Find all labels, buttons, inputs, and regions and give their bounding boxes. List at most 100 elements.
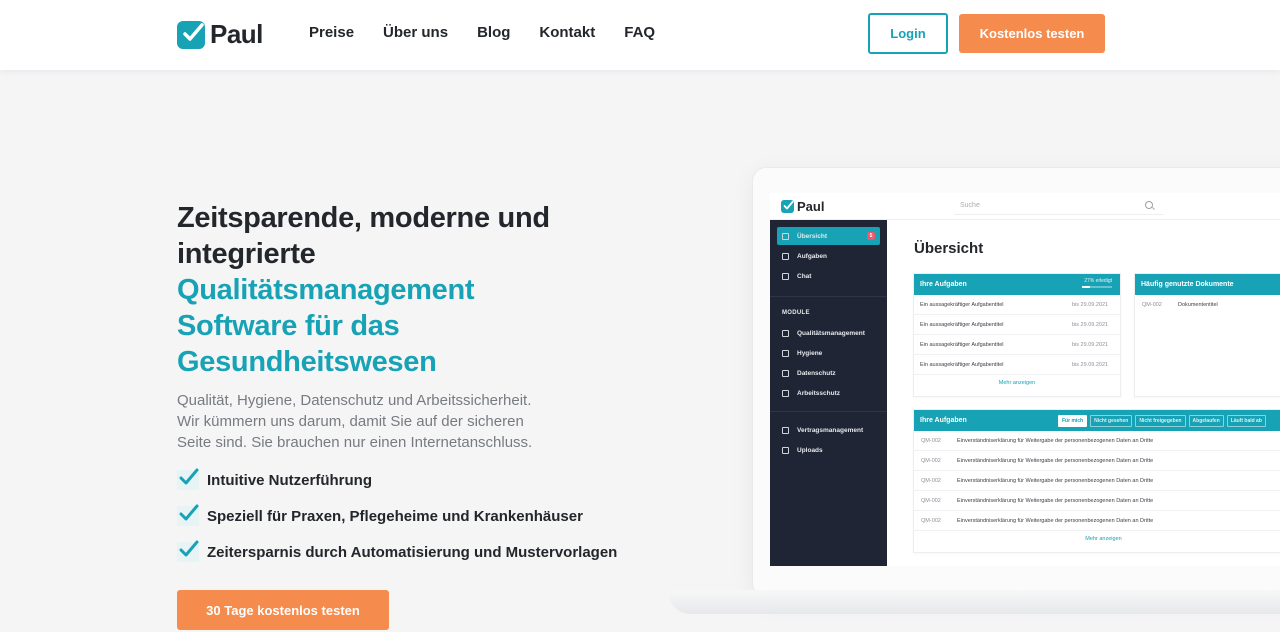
hero-title-line-4: Software für das — [177, 310, 400, 342]
nav-link-blog[interactable]: Blog — [477, 24, 510, 41]
row-text: Einverständniserklärung für Weitergabe d… — [957, 458, 1154, 464]
sidebar-item-datenschutz[interactable]: Datenschutz — [777, 364, 880, 382]
feature-label: Speziell für Praxen, Pflegeheime und Kra… — [207, 507, 583, 525]
task-title: Ein aussagekräftiger Aufgabentitel — [920, 322, 1004, 328]
sidebar-item-qualitaetsmanagement[interactable]: Qualitätsmanagement — [777, 324, 880, 342]
bottle-icon — [782, 349, 789, 357]
feature-item: Zeitersparnis durch Automatisierung und … — [177, 540, 618, 562]
sidebar-item-chat[interactable]: Chat — [777, 267, 880, 285]
tasks-card-header: Ihre Aufgaben 27% erledigt — [914, 274, 1120, 295]
task-title: Ein aussagekräftiger Aufgabentitel — [920, 342, 1004, 348]
search-icon[interactable] — [1145, 201, 1153, 209]
app-logo: Paul — [781, 199, 824, 214]
task-title: Ein aussagekräftiger Aufgabentitel — [920, 362, 1004, 368]
checkmark-icon — [177, 504, 199, 526]
tasks-table-header: Ihre Aufgaben Für mich Nicht gesehen Nic… — [914, 410, 1280, 431]
paul-logo[interactable]: Paul — [177, 19, 263, 50]
row-text: Einverständniserklärung für Weitergabe d… — [957, 518, 1154, 524]
task-row[interactable]: Ein aussagekräftiger Aufgabentitel bis 29… — [914, 295, 1120, 315]
row-text: Einverständniserklärung für Weitergabe d… — [957, 478, 1154, 484]
filter-tab[interactable]: Für mich — [1058, 415, 1088, 427]
chat-icon — [782, 272, 789, 280]
feature-label: Zeitersparnis durch Automatisierung und … — [207, 543, 618, 561]
documents-card-header: Häufig genutzte Dokumente — [1135, 274, 1280, 295]
document-code: QM-002 — [1142, 302, 1162, 308]
sidebar-divider — [770, 411, 887, 412]
hero-title-line-3: Qualitätsmanagement — [177, 274, 475, 306]
hero-title-line-1: Zeitsparende, moderne und — [177, 202, 550, 234]
filter-tab[interactable]: Abgelaufen — [1188, 415, 1224, 427]
login-button[interactable]: Login — [868, 13, 948, 54]
table-row[interactable]: QM-002 Einverständniserklärung für Weiter… — [914, 471, 1280, 491]
free-trial-button[interactable]: Kostenlos testen — [959, 14, 1105, 53]
task-row[interactable]: Ein aussagekräftiger Aufgabentitel bis 29… — [914, 335, 1120, 355]
laptop-base — [668, 590, 1280, 614]
filter-tab[interactable]: Nicht gesehen — [1090, 415, 1133, 427]
progress-bar — [1082, 286, 1112, 288]
table-row[interactable]: QM-002 Einverständniserklärung für Weiter… — [914, 511, 1280, 531]
sidebar-item-arbeitsschutz[interactable]: Arbeitsschutz — [777, 384, 880, 402]
home-icon — [782, 232, 789, 240]
nav-link-ueber-uns[interactable]: Über uns — [383, 24, 448, 41]
row-code: QM-002 — [921, 438, 941, 444]
task-title: Ein aussagekräftiger Aufgabentitel — [920, 302, 1004, 308]
feature-item: Speziell für Praxen, Pflegeheime und Kra… — [177, 504, 617, 526]
document-icon — [782, 426, 789, 434]
checkmark-icon — [177, 540, 199, 562]
document-name: Dokumententitel — [1178, 302, 1218, 308]
sidebar-item-label: Hygiene — [797, 349, 823, 357]
row-code: QM-002 — [921, 498, 941, 504]
site-header: Paul Preise Über uns Blog Kontakt FAQ Lo… — [0, 0, 1280, 70]
heart-icon — [782, 329, 789, 337]
sidebar-item-uebersicht[interactable]: Übersicht 5 — [777, 227, 880, 245]
row-code: QM-002 — [921, 478, 941, 484]
document-row[interactable]: QM-002 Dokumententitel — [1135, 295, 1280, 315]
task-row[interactable]: Ein aussagekräftiger Aufgabentitel bis 29… — [914, 355, 1120, 375]
tasks-card-title: Ihre Aufgaben — [920, 281, 967, 288]
cta-trial-button[interactable]: 30 Tage kostenlos testen — [177, 590, 389, 630]
table-row[interactable]: QM-002 Einverständniserklärung für Weiter… — [914, 491, 1280, 511]
filter-tab[interactable]: Läuft bald ab — [1226, 415, 1266, 427]
table-row[interactable]: QM-002 Einverständniserklärung für Weiter… — [914, 451, 1280, 471]
checkmark-logo-icon — [177, 20, 205, 49]
feature-label: Intuitive Nutzerführung — [207, 471, 372, 489]
hero-title-line-2: integrierte — [177, 238, 316, 270]
app-search-input[interactable]: Suche — [954, 198, 1164, 215]
nav-link-preise[interactable]: Preise — [309, 24, 354, 41]
progress-text: 27% erledigt — [1084, 278, 1112, 284]
sidebar-item-label: Uploads — [797, 446, 823, 454]
tasks-table-card: Ihre Aufgaben Für mich Nicht gesehen Nic… — [913, 409, 1280, 553]
tasks-card: Ihre Aufgaben 27% erledigt Ein aussagekr… — [913, 273, 1121, 397]
hero-title-line-5: Gesundheitswesen — [177, 346, 437, 378]
logo-text: Paul — [210, 19, 263, 49]
app-logo-text: Paul — [797, 199, 825, 214]
sidebar-item-label: Vertragsmanagement — [797, 426, 864, 434]
upload-icon — [782, 446, 789, 454]
hero-subtitle-line-3: Seite sind. Sie brauchen nur einen Inter… — [177, 434, 533, 451]
feature-list: Intuitive Nutzerführung Speziell für Pra… — [177, 468, 618, 578]
row-code: QM-002 — [921, 458, 941, 464]
filter-tab[interactable]: Nicht freigegeben — [1135, 415, 1186, 427]
row-text: Einverständniserklärung für Weitergabe d… — [957, 498, 1154, 504]
nav-link-kontakt[interactable]: Kontakt — [539, 24, 595, 41]
sidebar-item-label: Datenschutz — [797, 369, 836, 377]
show-more-link[interactable]: Mehr anzeigen — [914, 375, 1120, 386]
documents-card-title: Häufig genutzte Dokumente — [1141, 281, 1234, 288]
app-topbar: Paul Suche — [770, 193, 1280, 220]
table-row[interactable]: QM-002 Einverständniserklärung für Weiter… — [914, 431, 1280, 451]
sidebar-item-label: Qualitätsmanagement — [797, 329, 865, 337]
row-text: Einverständniserklärung für Weitergabe d… — [957, 438, 1154, 444]
nav-link-faq[interactable]: FAQ — [624, 24, 655, 41]
lock-icon — [782, 369, 789, 377]
sidebar-item-hygiene[interactable]: Hygiene — [777, 344, 880, 362]
sidebar-item-vertragsmanagement[interactable]: Vertragsmanagement — [777, 421, 880, 439]
sidebar-item-uploads[interactable]: Uploads — [777, 441, 880, 459]
main-nav: Preise Über uns Blog Kontakt FAQ — [309, 24, 684, 41]
sidebar-divider — [770, 296, 887, 297]
clipboard-icon — [782, 252, 789, 260]
sidebar-item-aufgaben[interactable]: Aufgaben — [777, 247, 880, 265]
filter-tabs: Für mich Nicht gesehen Nicht freigegeben… — [1058, 415, 1269, 427]
hero-subtitle-line-1: Qualität, Hygiene, Datenschutz und Arbei… — [177, 392, 532, 409]
task-row[interactable]: Ein aussagekräftiger Aufgabentitel bis 29… — [914, 315, 1120, 335]
show-more-link[interactable]: Mehr anzeigen — [914, 531, 1280, 542]
